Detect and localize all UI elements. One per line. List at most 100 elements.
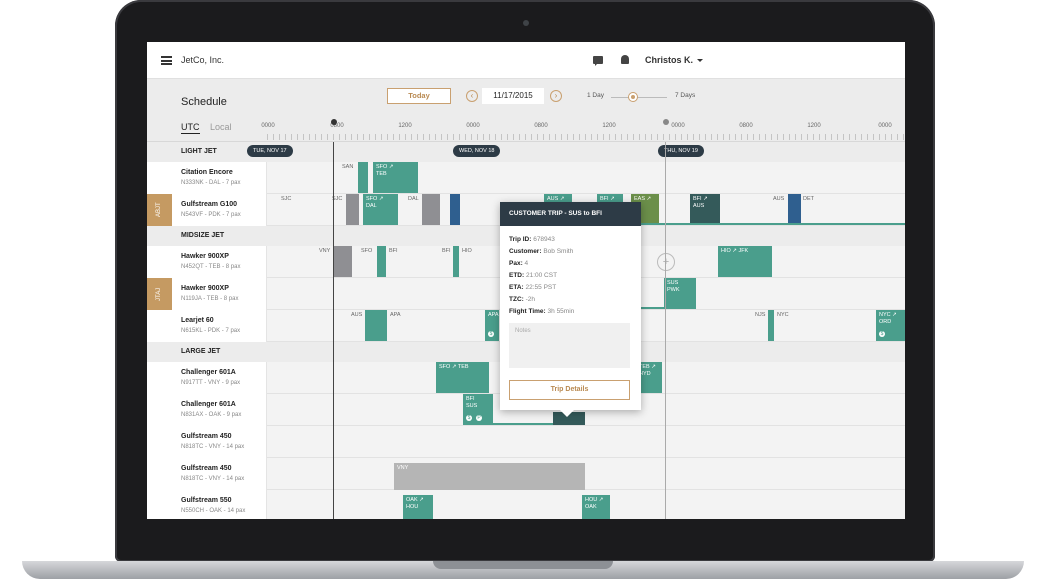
trip-destination: PWK <box>667 287 680 293</box>
tick-label: 1200 <box>398 123 412 129</box>
range-slider-track[interactable] <box>611 97 667 98</box>
notes-field[interactable]: Notes <box>509 323 630 368</box>
popover-title: CUSTOMER TRIP - SUS to BFI <box>500 202 641 226</box>
aircraft-info: Hawker 900XP N452QT - TEB - 8 pax <box>147 246 267 278</box>
trip-block[interactable]: NYC ↗ ORD $ <box>876 310 905 341</box>
trip-block[interactable]: SFO ↗ DAL <box>363 194 398 225</box>
airport-label: HIO <box>462 248 472 254</box>
trip-block[interactable]: HIO ↗ JFK <box>718 246 772 277</box>
airport-label: AUS <box>773 196 785 202</box>
trip-block[interactable] <box>377 246 386 277</box>
aircraft-name: Gulfstream 450 <box>181 465 232 472</box>
menu-icon[interactable] <box>161 56 172 65</box>
trip-block[interactable]: APA $ <box>485 310 499 341</box>
airport-label: NJS <box>755 312 766 318</box>
tzc-field: TZC: -2h <box>509 296 535 303</box>
aircraft-name: Challenger 601A <box>181 401 236 408</box>
trip-destination: ORD <box>879 319 892 325</box>
aircraft-details: N818TC - VNY - 14 pax <box>181 476 245 482</box>
section-label: MIDSIZE JET <box>181 232 225 239</box>
aircraft-row[interactable]: Gulfstream 550 N550CH - OAK - 14 pax OAK… <box>147 490 905 519</box>
aircraft-details: N818TC - VNY - 14 pax <box>181 444 245 450</box>
trip-block[interactable]: VNY <box>394 463 585 490</box>
trip-origin: SFO ↗ <box>366 196 384 202</box>
trip-block[interactable] <box>422 194 440 225</box>
trip-block[interactable] <box>334 246 352 277</box>
range-slider-handle[interactable] <box>628 92 638 102</box>
aircraft-info: JTAJ Hawker 900XP N119JA - TEB - 8 pax <box>147 278 267 310</box>
trip-block[interactable] <box>453 246 459 277</box>
field-label: Customer: <box>509 248 542 255</box>
tick-label: 0800 <box>534 123 548 129</box>
section-label: LIGHT JET <box>181 148 217 155</box>
laptop-notch <box>433 561 613 569</box>
timeline-header: UTC Local 0000 0800 1200 0000 0800 1200 … <box>147 114 905 142</box>
chat-icon[interactable] <box>593 56 603 66</box>
airport-label: AUS <box>351 312 363 318</box>
dollar-icon: $ <box>466 415 472 421</box>
trip-destination: DAL <box>366 203 377 209</box>
trip-origin: TEB ↗ <box>639 364 656 370</box>
tick-label: 1200 <box>807 123 821 129</box>
trip-origin: SFO ↗ <box>376 164 394 170</box>
next-date-button[interactable]: › <box>550 90 562 102</box>
date-field[interactable]: 11/17/2015 <box>482 88 544 104</box>
aircraft-info: Challenger 601A N831AX - OAK - 9 pax <box>147 394 267 426</box>
page-title: Schedule <box>181 96 227 108</box>
day-label: WED, NOV 18 <box>453 145 501 157</box>
tick-label: 0000 <box>466 123 480 129</box>
tab-utc[interactable]: UTC <box>181 122 200 134</box>
aircraft-row[interactable]: Citation Encore N333NK - DAL - 7 pax SAN… <box>147 162 905 194</box>
aircraft-details: N550CH - OAK - 14 pax <box>181 508 246 514</box>
trip-block[interactable] <box>358 162 368 193</box>
customer-field: Customer: Bob Smith <box>509 248 573 255</box>
trip-block[interactable]: HOU ↗ OAK <box>582 495 610 519</box>
trip-block[interactable]: SFO ↗ TEB <box>373 162 418 193</box>
airport-label: SFO <box>361 248 373 254</box>
trip-details-button[interactable]: Trip Details <box>509 380 630 400</box>
trip-block[interactable]: SUS PWK <box>664 278 696 309</box>
trip-block[interactable] <box>365 310 387 341</box>
trip-block[interactable] <box>788 194 801 225</box>
airport-label: APA <box>390 312 401 318</box>
trip-block[interactable] <box>768 310 774 341</box>
chevron-down-icon <box>697 59 704 63</box>
trip-block[interactable]: OAK ↗ HOU <box>403 495 433 519</box>
trip-block[interactable]: BFI SUS $ P <box>463 394 493 425</box>
trip-connector <box>493 423 553 425</box>
aircraft-row[interactable]: Gulfstream 450 N818TC - VNY - 14 pax <box>147 426 905 458</box>
add-trip-icon[interactable]: + <box>657 253 675 271</box>
airport-label: BFI <box>389 248 398 254</box>
aircraft-name: Hawker 900XP <box>181 253 229 260</box>
airport-label: DET <box>803 196 814 202</box>
aircraft-name: Hawker 900XP <box>181 285 229 292</box>
tab-local[interactable]: Local <box>210 122 232 132</box>
trip-route: SFO ↗ TEB <box>439 364 469 370</box>
camera <box>523 20 529 26</box>
timeline-ruler <box>267 134 905 140</box>
field-label: ETD: <box>509 272 525 279</box>
field-label: Trip ID: <box>509 236 532 243</box>
prev-date-button[interactable]: ‹ <box>466 90 478 102</box>
bell-icon[interactable] <box>621 55 629 64</box>
tick-label: 0000 <box>671 123 685 129</box>
trip-block[interactable] <box>450 194 460 225</box>
trip-block[interactable]: BFI ↗ AUS <box>690 194 720 225</box>
aircraft-row[interactable]: Gulfstream 450 N818TC - VNY - 14 pax VNY <box>147 458 905 490</box>
trip-block[interactable] <box>346 194 359 225</box>
airport-label: SAN <box>342 164 354 170</box>
aircraft-info: Challenger 601A N917TT - VNY - 9 pax <box>147 362 267 394</box>
today-button[interactable]: Today <box>387 88 451 104</box>
trip-block[interactable]: SFO ↗ TEB <box>436 362 489 393</box>
day-label: TUE, NOV 17 <box>247 145 293 157</box>
field-value: 3h 55min <box>547 308 575 315</box>
aircraft-name: Challenger 601A <box>181 369 236 376</box>
user-menu[interactable]: Christos K. <box>645 55 704 65</box>
trip-destination: HOU <box>406 504 419 510</box>
aircraft-details: N333NK - DAL - 7 pax <box>181 180 241 186</box>
range-min-label: 1 Day <box>587 92 604 99</box>
company-name: JetCo, Inc. <box>181 55 225 65</box>
trip-origin: SUS <box>667 280 679 286</box>
aircraft-info: Citation Encore N333NK - DAL - 7 pax <box>147 162 267 194</box>
current-time-line <box>333 142 334 519</box>
